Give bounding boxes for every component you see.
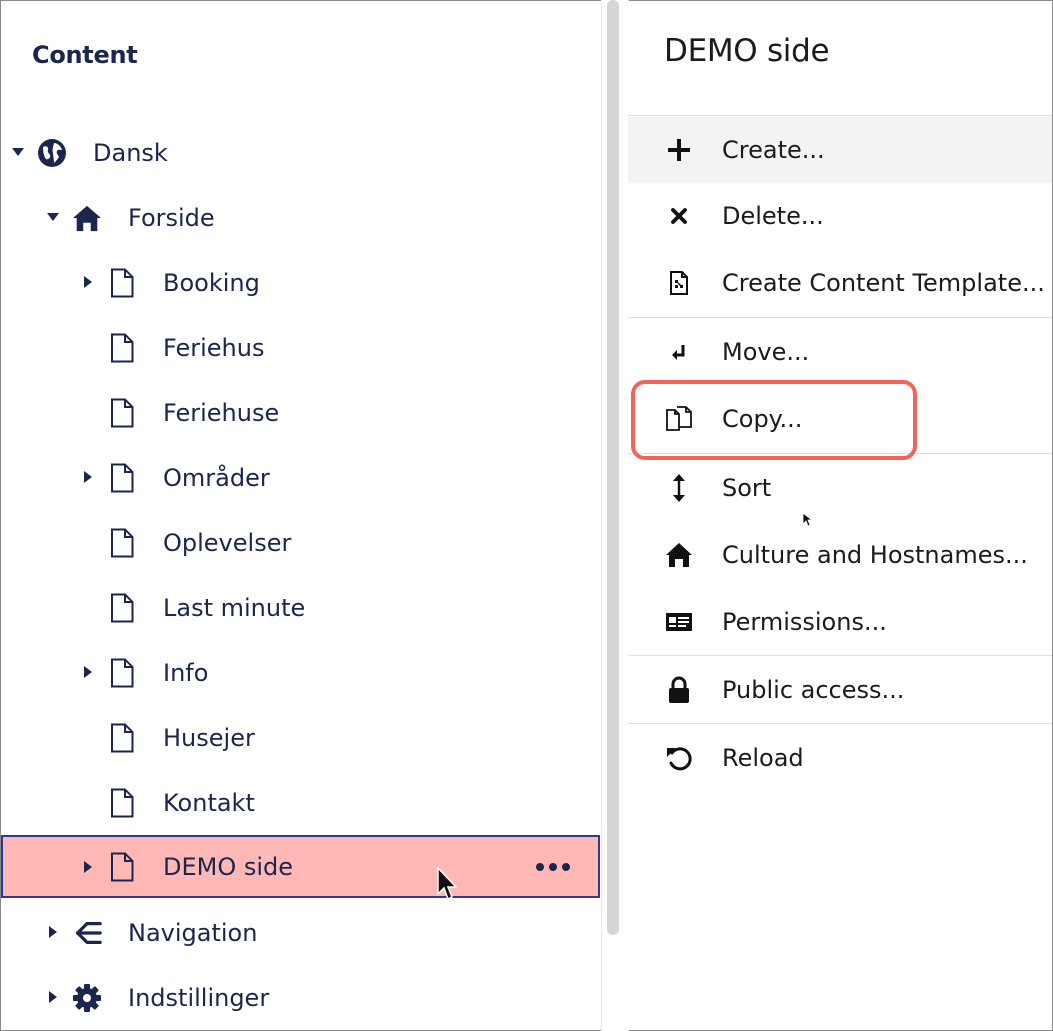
plus-icon: [664, 135, 694, 165]
tree-node-label: Navigation: [128, 918, 258, 947]
public-access-action[interactable]: Public access...: [628, 657, 1052, 723]
tree-title: Content: [32, 41, 138, 69]
action-label: Create Content Template...: [722, 269, 1045, 297]
divider: [628, 723, 1052, 724]
home-icon: [72, 203, 102, 233]
template-icon: [664, 268, 694, 298]
permissions-action[interactable]: Permissions...: [628, 589, 1052, 655]
action-label: Culture and Hostnames...: [722, 541, 1028, 569]
tree-node-label: Indstillinger: [128, 983, 270, 1012]
dot-icon: [536, 862, 544, 871]
tree-node-husejer[interactable]: Husejer: [1, 705, 601, 770]
tree-node-feriehuse[interactable]: Feriehuse: [1, 380, 601, 445]
document-icon: [107, 268, 137, 298]
globe-icon: [37, 138, 67, 168]
caret-down-icon[interactable]: [11, 145, 25, 159]
culture-hostnames-action[interactable]: Culture and Hostnames...: [628, 522, 1052, 588]
divider: [628, 655, 1052, 656]
tree-node-label: Områder: [163, 463, 270, 492]
document-icon: [107, 593, 137, 623]
tree-node-indstillinger[interactable]: Indstillinger: [1, 965, 601, 1030]
close-icon: [664, 201, 694, 231]
tree-node-label: Info: [163, 658, 209, 687]
tree-node-label: DEMO side: [163, 852, 294, 881]
home-icon: [664, 540, 694, 570]
document-icon: [107, 723, 137, 753]
action-label: Delete...: [722, 202, 824, 230]
tree-node-label: Kontakt: [163, 788, 255, 817]
caret-right-icon[interactable]: [81, 275, 95, 289]
tree-node-label: Husejer: [163, 723, 255, 752]
move-action[interactable]: Move...: [628, 319, 1052, 385]
caret-right-icon[interactable]: [81, 665, 95, 679]
action-label: Sort: [722, 474, 772, 502]
caret-down-icon[interactable]: [46, 210, 60, 224]
caret-right-icon[interactable]: [81, 470, 95, 484]
delete-action[interactable]: Delete...: [628, 183, 1052, 249]
caret-right-icon[interactable]: [81, 860, 95, 874]
tree-node-label: Booking: [163, 268, 260, 297]
dot-icon: [549, 862, 557, 871]
document-icon: [107, 333, 137, 363]
tree-node-label: Feriehus: [163, 333, 265, 362]
reload-icon: [664, 743, 694, 773]
tree-node-feriehus[interactable]: Feriehus: [1, 315, 601, 380]
create-action[interactable]: Create...: [628, 117, 1052, 183]
reload-action[interactable]: Reload: [628, 725, 1052, 791]
tree-node-label: Forside: [128, 203, 215, 232]
gear-icon: [72, 983, 102, 1013]
document-icon: [107, 398, 137, 428]
tree-node-booking[interactable]: Booking: [1, 250, 601, 315]
tree-node-demo-side[interactable]: DEMO side: [1, 835, 600, 898]
sort-icon: [664, 473, 694, 503]
tree-node-label: Dansk: [93, 138, 168, 167]
document-icon: [107, 528, 137, 558]
document-icon: [107, 658, 137, 688]
tree-node-last-minute[interactable]: Last minute: [1, 575, 601, 640]
actions-panel: DEMO side Create... Delete... Create Con…: [628, 1, 1052, 1029]
actions-title: DEMO side: [664, 33, 830, 69]
divider: [628, 317, 1052, 318]
caret-right-icon[interactable]: [46, 925, 60, 939]
tree-node-info[interactable]: Info: [1, 640, 601, 705]
more-options-button[interactable]: [536, 862, 570, 871]
mouse-cursor-icon: [802, 512, 814, 527]
tree-node-kontakt[interactable]: Kontakt: [1, 770, 601, 835]
divider: [628, 115, 1052, 116]
tree-node-dansk[interactable]: Dansk: [1, 120, 601, 185]
tree-node-navigation[interactable]: Navigation: [1, 900, 601, 965]
action-label: Reload: [722, 744, 804, 772]
copy-highlight-outline: [631, 380, 917, 460]
dot-icon: [562, 862, 570, 871]
document-icon: [107, 463, 137, 493]
lock-icon: [664, 675, 694, 705]
tree-node-oplevelser[interactable]: Oplevelser: [1, 510, 601, 575]
tree-node-omrader[interactable]: Områder: [1, 445, 601, 510]
tree-node-forside[interactable]: Forside: [1, 185, 601, 250]
tree-node-label: Feriehuse: [163, 398, 280, 427]
content-tree-panel: Content Dansk Forside Booking Feriehus F…: [1, 1, 601, 1029]
mouse-cursor-icon: [437, 866, 458, 901]
scrollbar-thumb[interactable]: [607, 0, 619, 935]
document-icon: [107, 788, 137, 818]
document-icon: [107, 852, 137, 882]
action-label: Create...: [722, 136, 825, 164]
action-label: Public access...: [722, 676, 905, 704]
move-icon: [664, 337, 694, 367]
sitemap-icon: [72, 918, 102, 948]
tree-node-label: Oplevelser: [163, 528, 292, 557]
tree-node-label: Last minute: [163, 593, 306, 622]
caret-right-icon[interactable]: [46, 990, 60, 1004]
id-card-icon: [664, 607, 694, 637]
sort-action[interactable]: Sort: [628, 455, 1052, 521]
action-label: Move...: [722, 338, 810, 366]
action-label: Permissions...: [722, 608, 887, 636]
create-content-template-action[interactable]: Create Content Template...: [628, 250, 1052, 316]
